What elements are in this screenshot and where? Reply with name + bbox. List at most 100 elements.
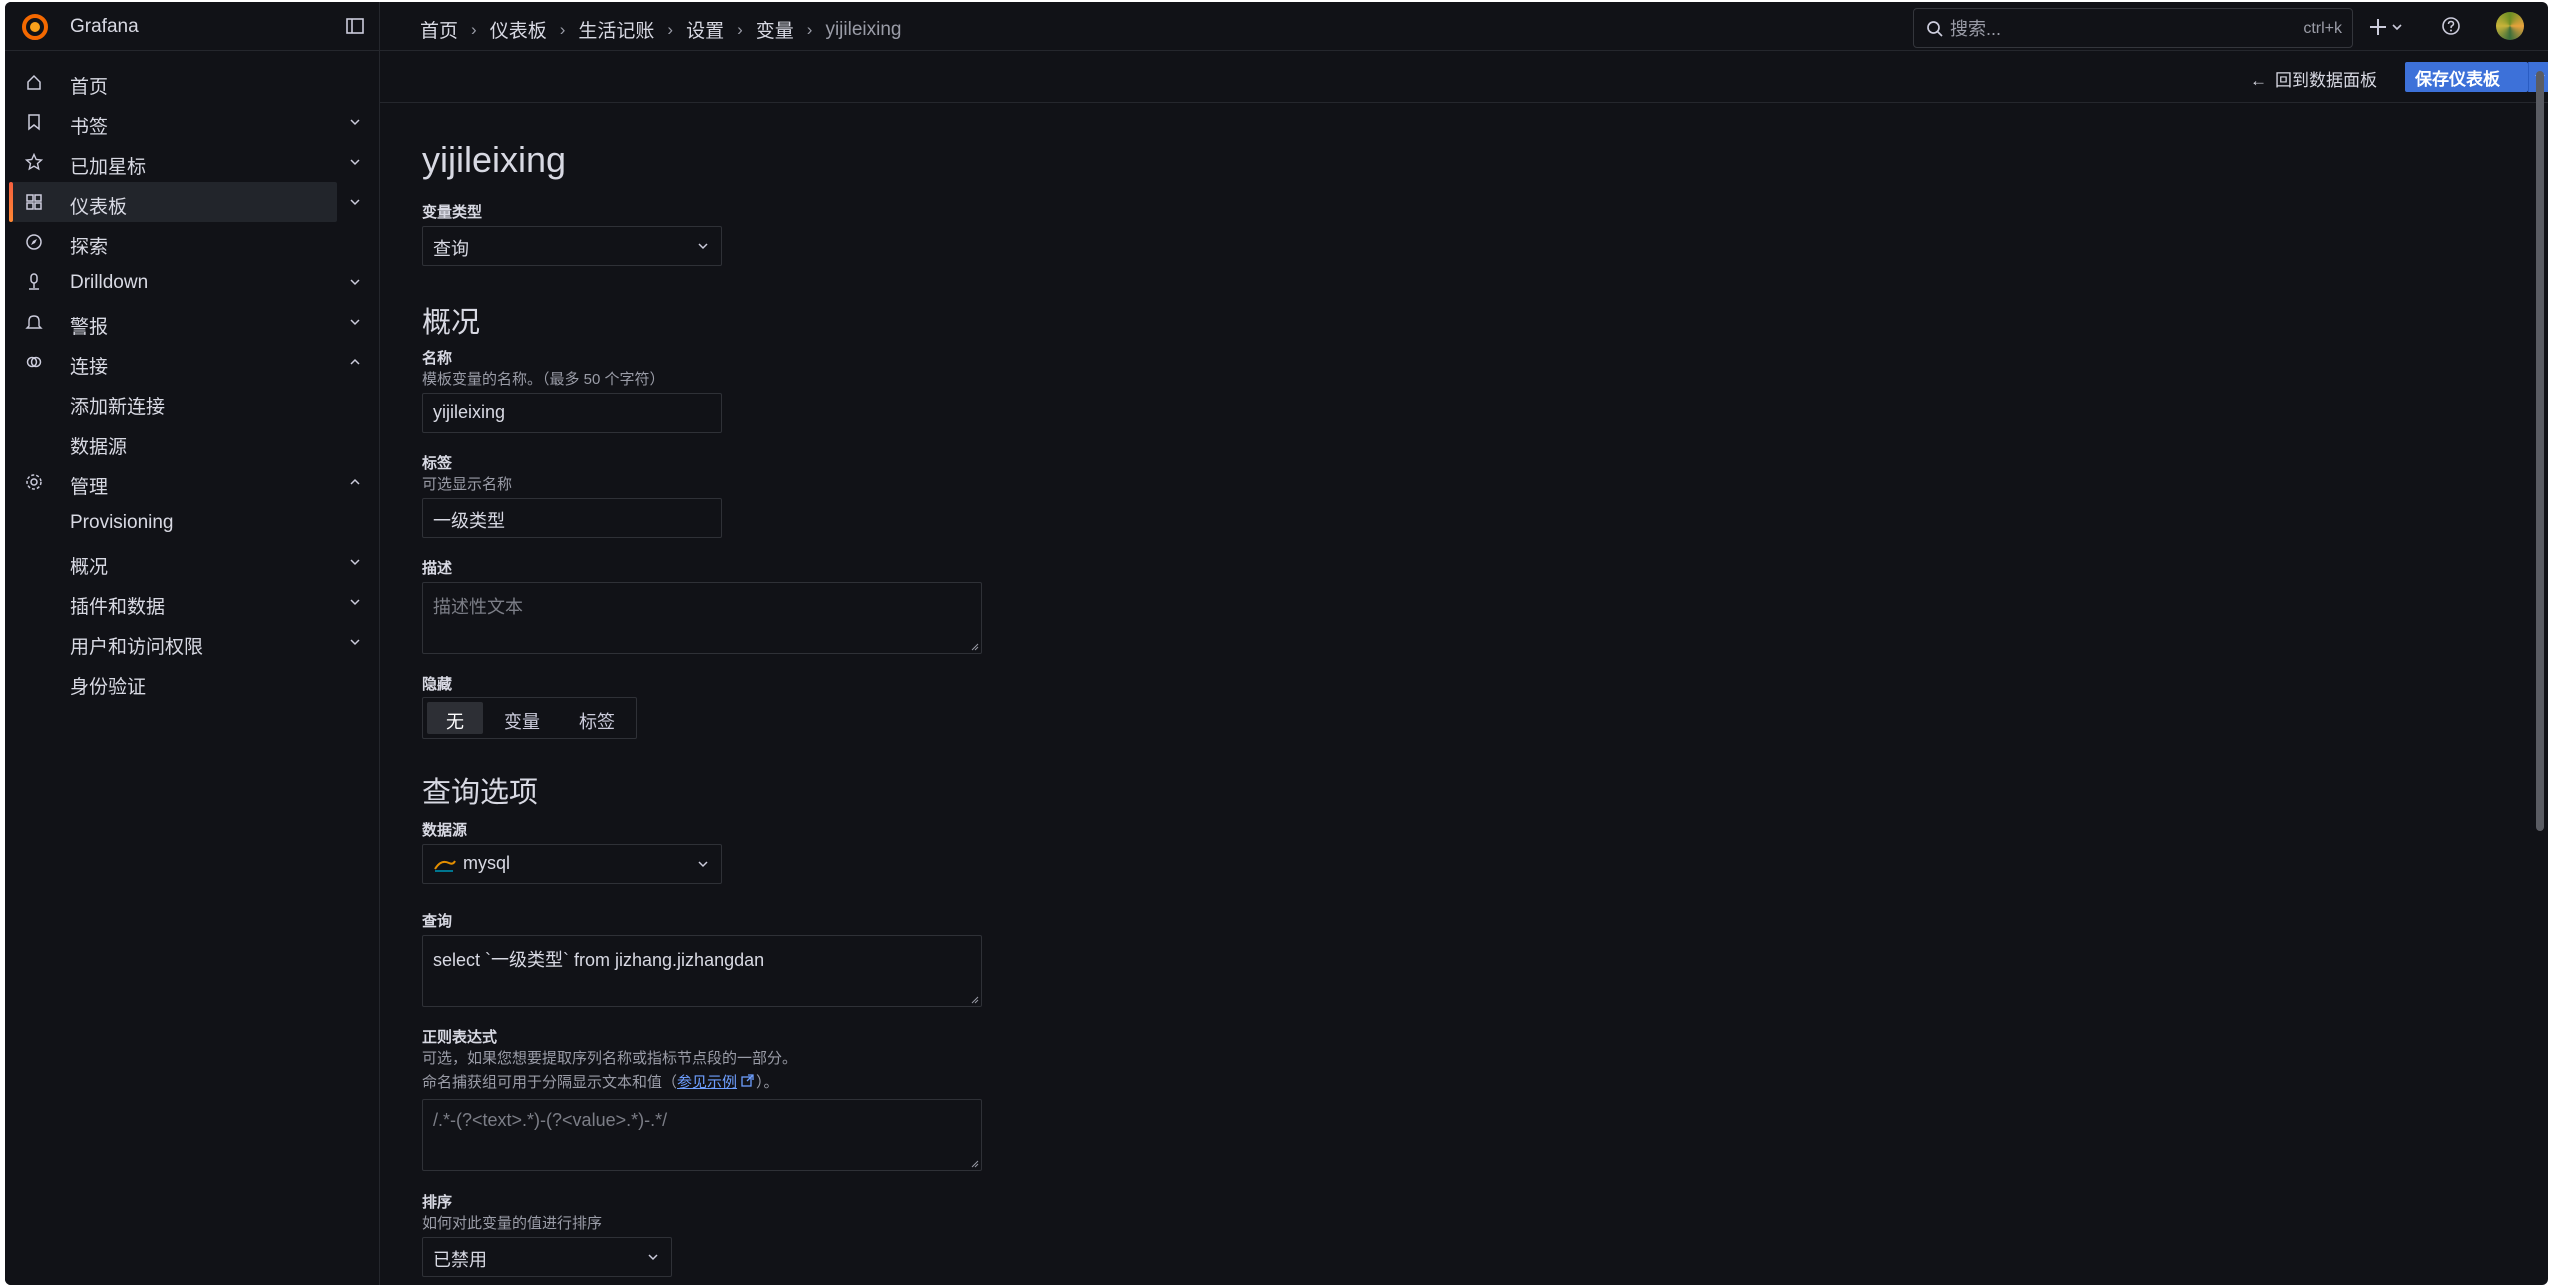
var-type-select[interactable]: 查询 [422,226,722,266]
chevron-down-icon[interactable] [348,276,362,288]
sidebar-item[interactable]: 仪表板 [9,182,360,222]
resize-handle-icon[interactable] [971,1160,979,1168]
search-box[interactable]: ctrl+k [1913,8,2353,48]
query-label: 查询 [422,913,453,930]
search-shortcut: ctrl+k [2303,20,2342,37]
tag-desc: 可选显示名称 [422,476,513,493]
var-type-label: 变量类型 [422,204,483,221]
chevron-up-icon[interactable] [348,476,362,488]
sort-label: 排序 [422,1194,453,1211]
chevron-down-icon[interactable] [348,116,362,128]
hide-option-variable[interactable]: 变量 [489,702,555,734]
sidebar-item-label: 书签 [70,117,109,138]
sidebar-item-label: 管理 [70,477,109,498]
hide-label: 隐藏 [422,676,453,693]
sort-select[interactable]: 已禁用 [422,1237,672,1277]
name-desc: 模板变量的名称。（最多 50 个字符） [422,371,665,388]
add-new-button[interactable] [2369,14,2409,40]
sidebar-item-label: 身份验证 [70,677,147,698]
name-value: yijileixing [433,402,506,422]
hide-option-none[interactable]: 无 [427,702,483,734]
breadcrumb-item[interactable]: 首页 [420,16,458,43]
regex-placeholder: /.*-(?<text>.*)-(?<value>.*)-.*/ [433,1110,668,1130]
scrollbar-thumb[interactable] [2536,71,2544,831]
breadcrumb-item[interactable]: 变量 [756,16,794,43]
chevron-down-icon[interactable] [348,156,362,168]
chevron-down-icon[interactable] [348,316,362,328]
search-input[interactable] [1950,17,2270,41]
sidebar-item-label: 仪表板 [70,197,128,218]
var-type-value: 查询 [433,239,469,259]
regex-textarea[interactable]: /.*-(?<text>.*)-(?<value>.*)-.*/ [422,1099,982,1171]
tag-input[interactable]: 一级类型 [422,498,722,538]
back-label: 回到数据面板 [2275,71,2377,90]
hide-option-label[interactable]: 标签 [563,702,631,734]
regex-label: 正则表达式 [422,1029,498,1046]
chevron-down-icon[interactable] [348,196,362,208]
sidebar-item[interactable]: 插件和数据 [5,582,380,622]
tag-value: 一级类型 [433,511,505,531]
name-label: 名称 [422,350,453,367]
sidebar-item[interactable]: 书签 [5,102,380,142]
sidebar-item-label: 已加星标 [70,157,147,178]
save-dashboard-button[interactable]: 保存仪表板 [2405,62,2528,92]
chevron-down-icon[interactable] [348,636,362,648]
sidebar-item-label: Drilldown [70,272,149,293]
datasource-picker[interactable]: mysql [422,844,722,884]
drilldown-icon [29,273,39,290]
sidebar-item[interactable]: 用户和访问权限 [5,622,380,662]
resize-handle-icon[interactable] [971,996,979,1004]
chevron-down-icon [698,861,708,868]
sidebar-item[interactable]: 已加星标 [5,142,380,182]
breadcrumb-separator-icon: › [559,19,566,39]
mysql-logo-icon [434,860,456,872]
description-textarea[interactable]: 描述性文本 [422,582,982,654]
external-link-icon [741,1074,754,1087]
dashboard-toolbar: ← 回到数据面板 保存仪表板 [380,51,2548,103]
breadcrumb-item[interactable]: 仪表板 [490,16,547,43]
sidebar-item-label: 探索 [70,237,109,258]
sidebar-item[interactable]: 概况 [5,542,380,582]
sidebar-item[interactable]: 连接 [5,342,380,382]
query-textarea[interactable]: select `一级类型` from jizhang.jizhangdan [422,935,982,1007]
compass-icon [26,234,42,250]
back-to-dashboard-button[interactable]: ← 回到数据面板 [2250,66,2377,91]
tag-label: 标签 [422,455,453,472]
breadcrumb-item: yijileixing [825,18,902,40]
sidebar-item[interactable]: 添加新连接 [5,382,380,422]
sidebar-item[interactable]: 身份验证 [5,662,380,702]
sidebar-item[interactable]: 警报 [5,302,380,342]
see-example-text: 参见示例 [677,1074,738,1091]
resize-handle-icon[interactable] [971,643,979,651]
bell-icon [25,315,43,329]
sidebar-item-label: 插件和数据 [70,597,166,618]
sidebar-item[interactable]: 探索 [5,222,380,262]
desc-placeholder: 描述性文本 [433,597,523,617]
breadcrumb-item[interactable]: 设置 [686,16,724,43]
sidebar-item[interactable]: Provisioning [5,502,380,542]
sidebar-item-label: 用户和访问权限 [70,637,204,658]
sidebar-item[interactable]: 数据源 [5,422,380,462]
scrollbar[interactable] [2534,51,2546,1285]
breadcrumb: 首页 › 仪表板 › 生活记账 › 设置 › 变量 › yijileixing [420,16,901,43]
name-input[interactable]: yijileixing [422,393,722,433]
variable-title: yijileixing [422,139,567,180]
sidebar-item[interactable]: 管理 [5,462,380,502]
breadcrumb-separator-icon: › [471,19,477,39]
sort-value: 已禁用 [433,1250,487,1270]
see-example-link[interactable]: 参见示例 [677,1074,756,1091]
chevron-down-icon[interactable] [348,556,362,568]
breadcrumb-separator-icon: › [806,19,813,39]
regex-desc-2: 命名捕获组可用于分隔显示文本和值（参见示例 ）。 [422,1071,779,1092]
overview-heading: 概况 [422,307,481,339]
datasource-label: 数据源 [422,822,468,839]
sidebar-item[interactable]: Drilldown [5,262,380,302]
chevron-down-icon[interactable] [348,596,362,608]
user-avatar[interactable] [2496,12,2524,40]
sidebar-item[interactable]: 首页 [5,62,380,102]
chevron-up-icon[interactable] [348,356,362,368]
help-icon[interactable] [2441,16,2461,36]
star-icon [25,153,43,171]
link-icon [26,356,42,368]
breadcrumb-item[interactable]: 生活记账 [578,16,654,43]
